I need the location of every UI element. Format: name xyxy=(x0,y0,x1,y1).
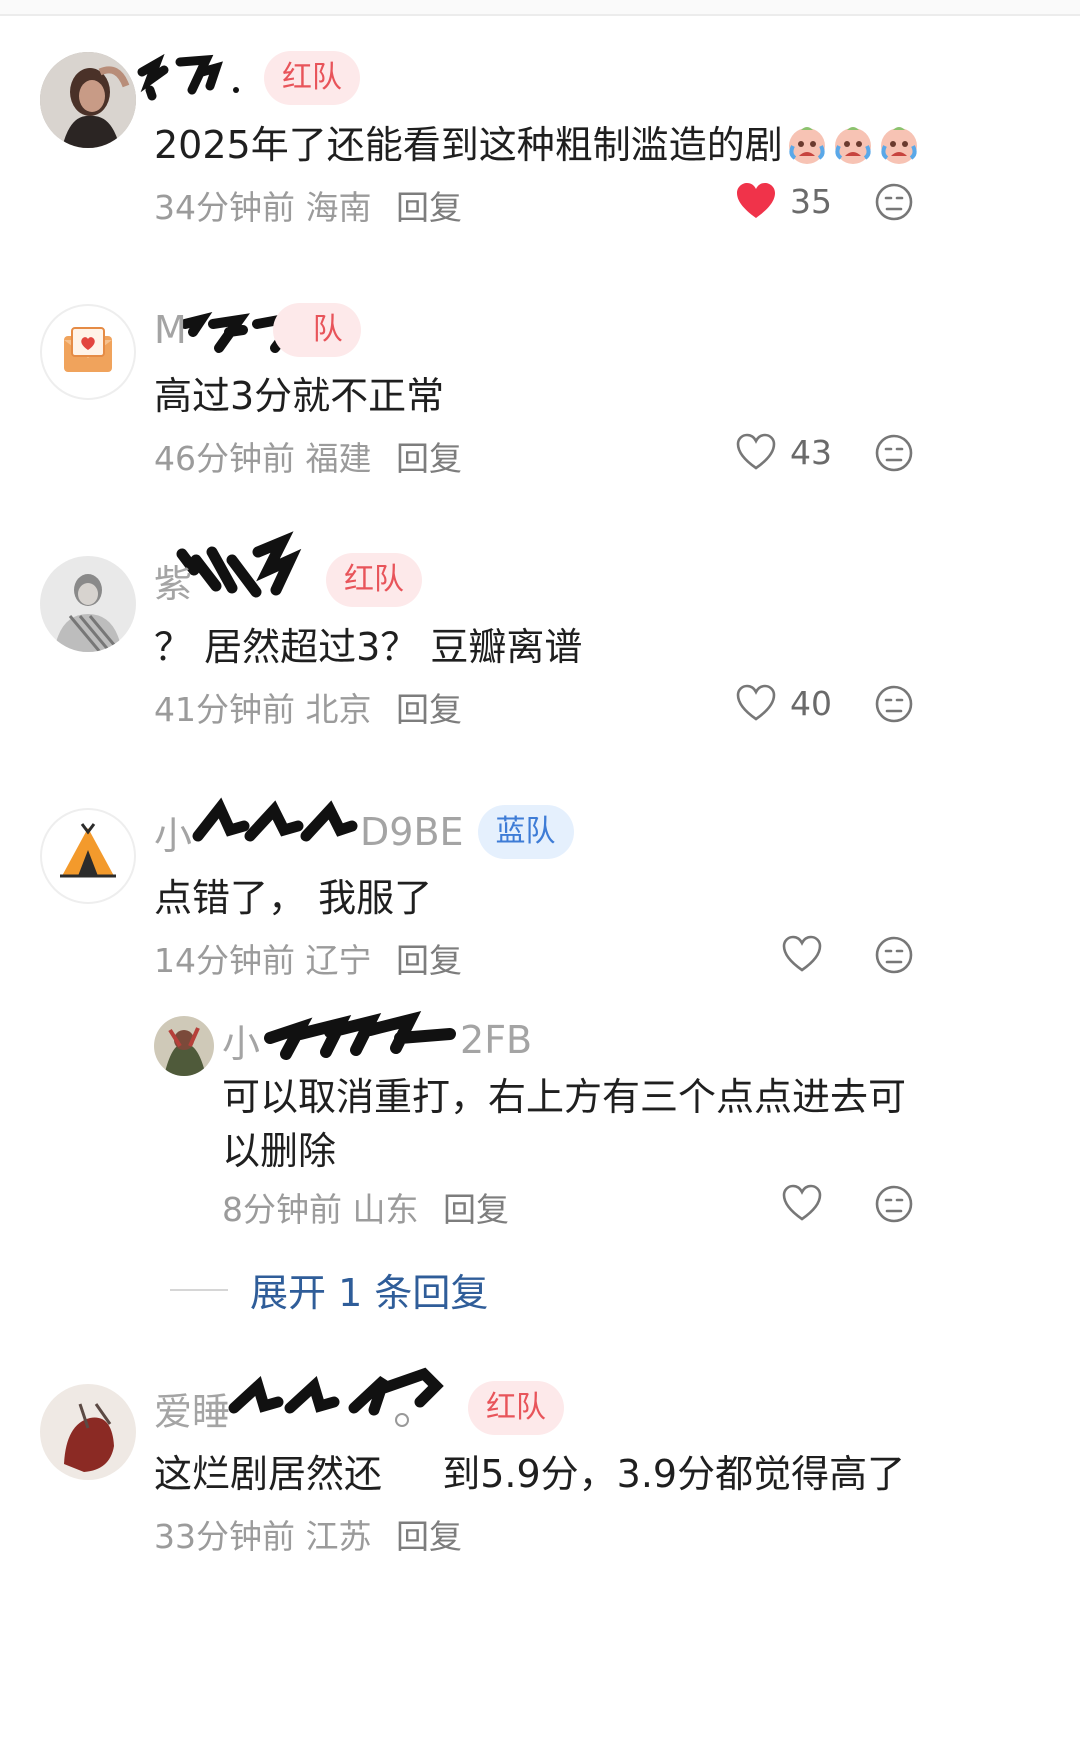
redaction-scribble xyxy=(137,53,239,101)
heart-outline-icon xyxy=(782,935,822,972)
like-button[interactable] xyxy=(782,929,822,979)
avatar[interactable] xyxy=(40,1384,136,1480)
heart-outline-icon xyxy=(782,1184,822,1221)
comment-header: 爱睡 红队 xyxy=(154,1367,565,1436)
comment-header: 小 D9BE 蓝队 xyxy=(154,797,574,860)
reply-header: 小 2FB xyxy=(222,1011,533,1068)
comment-time: 46分钟前 xyxy=(154,439,295,478)
reply-meta: 8分钟前 山东 回复 xyxy=(222,1183,509,1231)
username[interactable]: 爱睡 xyxy=(154,1381,230,1436)
heart-filled-icon xyxy=(737,183,775,218)
comment-text-part: 到5.9分，3.9分都觉得高了 xyxy=(442,1452,906,1496)
dislike-face-icon[interactable] xyxy=(874,1184,914,1224)
reply-button[interactable]: 回复 xyxy=(396,439,462,478)
comment-location: 辽宁 xyxy=(305,941,372,980)
avatar-photo-icon xyxy=(40,1384,136,1480)
team-badge: 红队 xyxy=(264,51,360,105)
comment-location: 北京 xyxy=(305,690,372,729)
comment-meta: 46分钟前 福建 回复 xyxy=(154,432,462,480)
avatar[interactable] xyxy=(40,304,136,400)
crying-face-icon xyxy=(788,127,825,164)
comment-text-content: 2025年了还能看到这种粗制滥造的剧 xyxy=(154,123,783,167)
redaction-scribble xyxy=(176,531,302,598)
comment-meta: 33分钟前 江苏 回复 xyxy=(154,1510,462,1558)
dislike-face-icon[interactable] xyxy=(874,182,914,222)
username-suffix: D9BE xyxy=(360,810,464,854)
comment-header: M 队 xyxy=(154,302,361,358)
redaction-scribble xyxy=(264,1011,457,1060)
redaction-scribble xyxy=(228,1367,444,1427)
dislike-face-icon[interactable] xyxy=(874,684,914,724)
team-badge: 队 xyxy=(272,303,361,357)
expand-divider xyxy=(170,1288,228,1291)
comment-header: 红队 xyxy=(137,50,360,106)
comment-meta: 14分钟前 辽宁 回复 xyxy=(154,934,462,982)
comment-text: 2025年了还能看到这种粗制滥造的剧 xyxy=(154,118,921,172)
team-badge: 蓝队 xyxy=(477,805,574,859)
avatar[interactable] xyxy=(40,556,136,652)
tent-icon xyxy=(60,823,116,878)
like-button[interactable]: 40 xyxy=(736,678,832,728)
dislike-face-icon[interactable] xyxy=(874,935,914,975)
username[interactable]: M xyxy=(154,308,187,352)
reply-time: 8分钟前 xyxy=(222,1190,342,1229)
avatar[interactable] xyxy=(40,808,136,904)
redaction-scribble xyxy=(192,797,358,842)
expand-replies-label: 展开 1 条回复 xyxy=(250,1271,489,1315)
username[interactable]: 紫 xyxy=(154,553,192,608)
username[interactable]: 小 xyxy=(154,805,192,860)
comment-location: 福建 xyxy=(305,439,372,478)
team-badge-label: 队 xyxy=(312,312,343,347)
comment-text: ？ 居然超过3？ 豆瓣离谱 xyxy=(154,625,583,669)
crying-face-icon xyxy=(880,127,917,164)
reply-text: 可以取消重打，右上方有三个点点进去可以删除 xyxy=(222,1075,907,1173)
comment-time: 34分钟前 xyxy=(154,188,295,227)
reply-button[interactable]: 回复 xyxy=(396,1517,462,1556)
comment-text: 高过3分就不正常 xyxy=(154,374,445,418)
comment-meta: 41分钟前 北京 回复 xyxy=(154,683,462,731)
avatar-photo-icon xyxy=(40,52,136,148)
comment-text-part: 这烂剧居然还 xyxy=(154,1452,383,1496)
username[interactable]: 小 xyxy=(222,1013,260,1068)
comment-time: 14分钟前 xyxy=(154,941,295,980)
team-badge: 红队 xyxy=(468,1381,565,1435)
top-divider xyxy=(0,0,1080,16)
like-count: 43 xyxy=(790,432,832,472)
expand-replies-button[interactable]: 展开 1 条回复 xyxy=(170,1262,488,1317)
like-button[interactable]: 35 xyxy=(736,176,832,226)
comment-location: 江苏 xyxy=(305,1517,372,1556)
comment-time: 33分钟前 xyxy=(154,1517,295,1556)
avatar[interactable] xyxy=(40,52,136,148)
reply-location: 山东 xyxy=(352,1190,419,1229)
reply-button[interactable]: 回复 xyxy=(396,188,462,227)
like-button[interactable]: 43 xyxy=(736,427,832,477)
avatar-photo-icon xyxy=(154,1016,214,1076)
love-letter-icon xyxy=(64,327,112,372)
reply-button[interactable]: 回复 xyxy=(396,941,462,980)
like-count: 35 xyxy=(790,181,832,221)
crying-face-icon xyxy=(834,127,871,164)
heart-outline-icon xyxy=(736,433,776,470)
comment-text: 这烂剧居然还 到5.9分，3.9分都觉得高了 xyxy=(154,1447,905,1501)
comment-text: 点错了， 我服了 xyxy=(154,876,433,920)
comment-meta: 34分钟前 海南 回复 xyxy=(154,181,462,229)
heart-outline-icon xyxy=(736,684,776,721)
avatar[interactable] xyxy=(154,1016,214,1076)
comment-header: 紫 红队 xyxy=(154,531,423,608)
like-button[interactable] xyxy=(782,1178,822,1228)
comment-list-page: 红队 2025年了还能看到这种粗制滥造的剧 34分钟前 海南 回复 35 M 队… xyxy=(0,0,1080,1748)
team-badge: 红队 xyxy=(326,553,423,607)
comment-location: 海南 xyxy=(305,188,372,227)
comment-time: 41分钟前 xyxy=(154,690,295,729)
avatar-photo-icon xyxy=(40,556,136,652)
dislike-face-icon[interactable] xyxy=(874,433,914,473)
like-count: 40 xyxy=(790,683,832,723)
reply-button[interactable]: 回复 xyxy=(396,690,462,729)
username-suffix: 2FB xyxy=(460,1018,533,1062)
reply-button[interactable]: 回复 xyxy=(443,1190,509,1229)
